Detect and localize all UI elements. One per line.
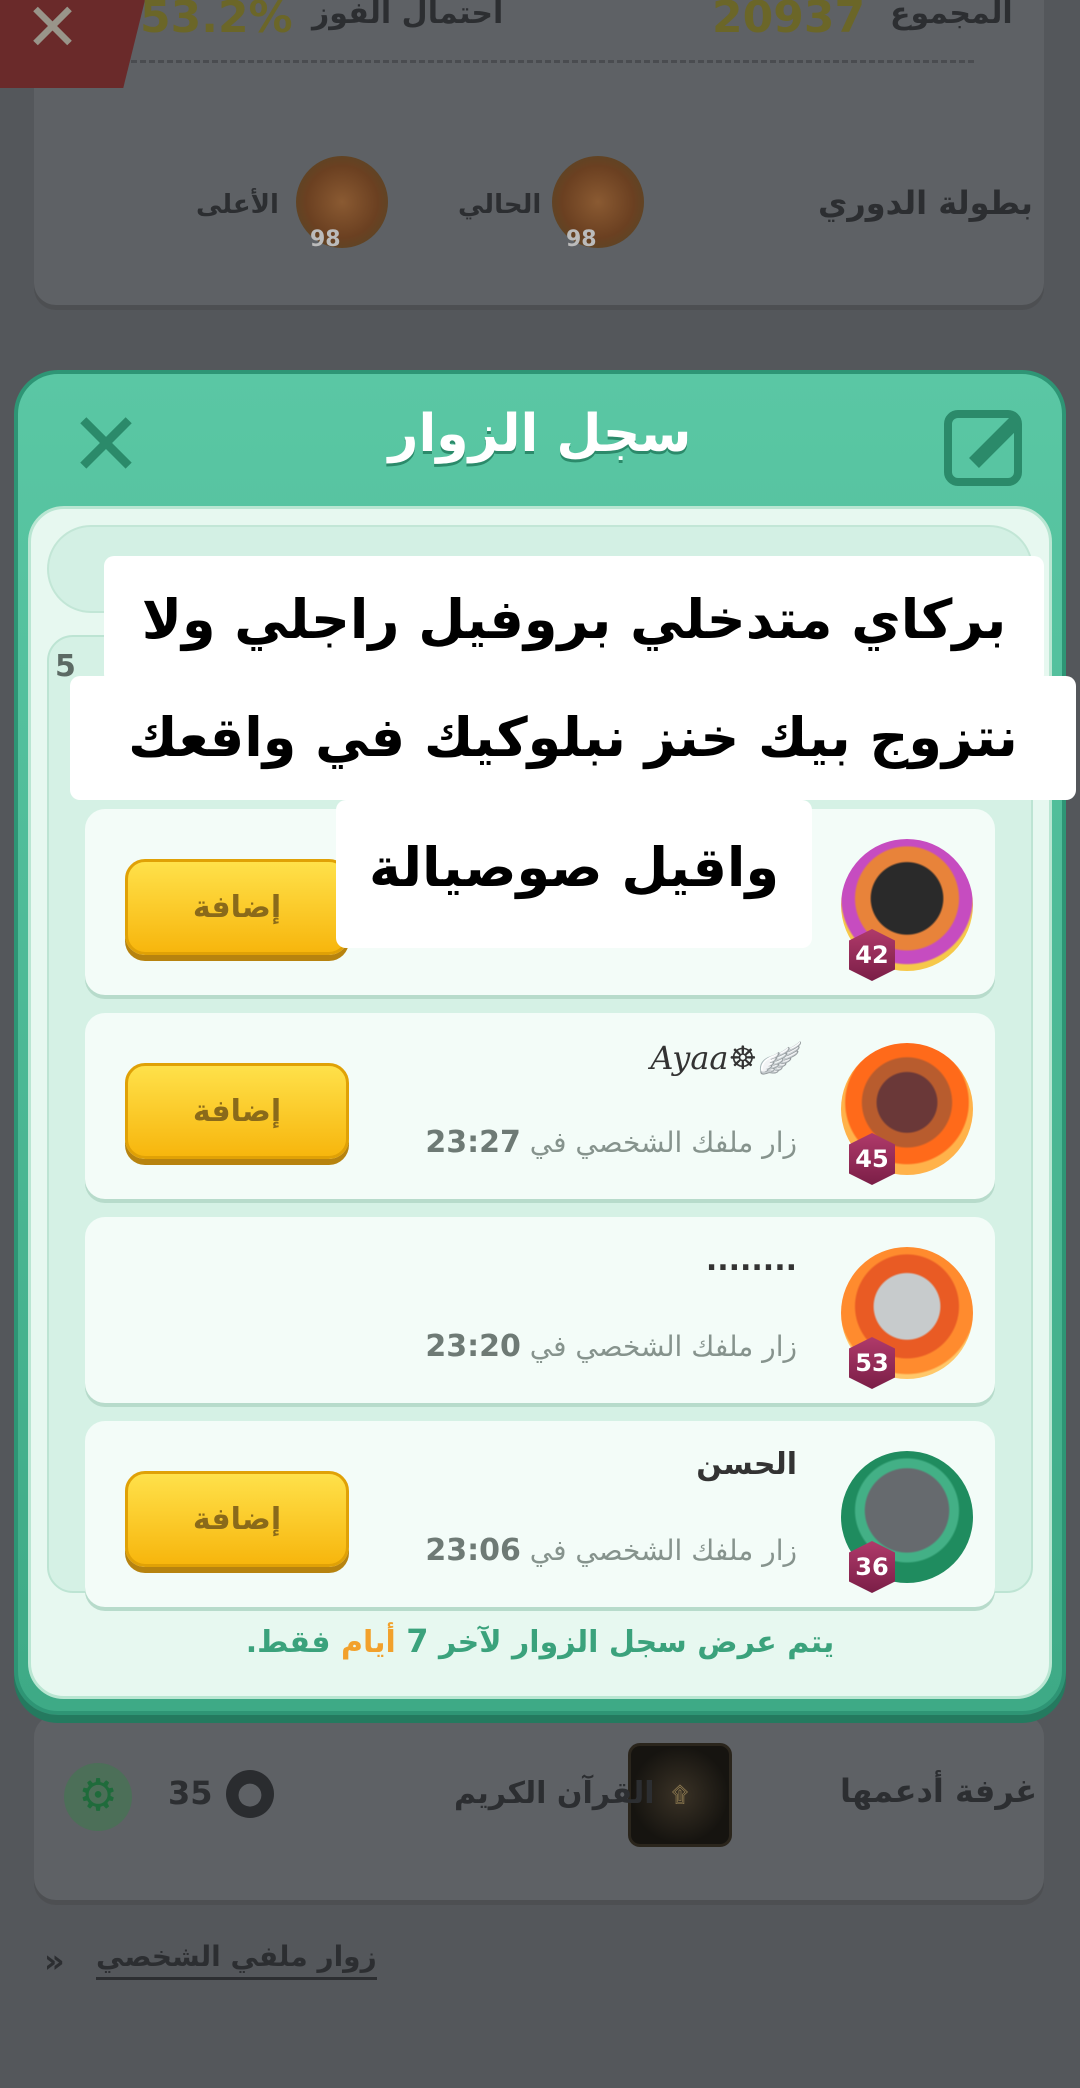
visit-time: زار ملفك الشخصي في 23:20 <box>425 1329 797 1364</box>
gear-icon[interactable]: ⚙ <box>64 1763 132 1831</box>
add-friend-button[interactable]: إضافة <box>125 859 349 955</box>
add-friend-button[interactable]: إضافة <box>125 1063 349 1159</box>
visit-prefix: زار ملفك الشخصي في <box>529 1534 797 1567</box>
visitor-name: ........ <box>705 1243 797 1278</box>
caption-line-3: واقيل صوصيالة <box>336 800 812 948</box>
visit-clock: 23:06 <box>425 1533 521 1568</box>
retention-suffix: فقط. <box>245 1625 331 1660</box>
back-close-icon[interactable]: ✕ <box>0 0 145 88</box>
retention-note: يتم عرض سجل الزوار لآخر 7 أيام فقط. <box>31 1622 1049 1660</box>
visit-prefix: زار ملفك الشخصي في <box>529 1330 797 1363</box>
modal-title: سجل الزوار <box>388 404 692 464</box>
badge-level: 98 <box>566 227 597 252</box>
current-label: الحالي <box>458 190 542 220</box>
retention-days: أيام <box>340 1625 396 1660</box>
caption-line-1: بركاي متدخلي بروفيل راجلي ولا <box>104 556 1044 684</box>
win-chance-label: احتمال الفوز <box>312 0 504 31</box>
add-friend-button[interactable]: إضافة <box>125 1471 349 1567</box>
visit-clock: 23:20 <box>425 1329 521 1364</box>
edit-icon[interactable] <box>944 410 1022 486</box>
visit-time: زار ملفك الشخصي في 23:27 <box>425 1125 797 1160</box>
total-value: 20937 <box>712 0 866 43</box>
retention-prefix: يتم عرض سجل الزوار لآخر <box>438 1625 835 1660</box>
visitor-row[interactable]: 36 الحسن زار ملفك الشخصي في 23:06 إضافة <box>85 1421 995 1607</box>
highest-label: الأعلى <box>196 190 279 220</box>
visit-time: زار ملفك الشخصي في 23:06 <box>425 1533 797 1568</box>
visit-prefix: زار ملفك الشخصي في <box>529 1126 797 1159</box>
visitor-name: Ayaa☸︎🪽 <box>650 1039 797 1077</box>
badge-level: 98 <box>310 227 341 252</box>
win-chance-value: 53.2% <box>140 0 293 43</box>
room-members-count: 35 <box>168 1774 213 1812</box>
visitor-name: الحسن <box>696 1447 797 1482</box>
chevron-left-icon[interactable]: « <box>44 1942 65 1980</box>
retention-number: 7 <box>406 1622 429 1660</box>
total-label: المجموع <box>890 0 1013 31</box>
visitor-row[interactable]: 53 ........ زار ملفك الشخصي في 23:20 <box>85 1217 995 1403</box>
room-label: غرفة أدعمها <box>840 1772 1038 1810</box>
profile-visitors-link[interactable]: زوار ملفي الشخصي <box>96 1940 377 1980</box>
league-badge-highest-icon: 98 <box>296 156 388 252</box>
caption-line-2: نتزوج بيك خنز نبلوكيك في واقعك <box>70 676 1076 800</box>
room-name: القرآن الكريم <box>454 1776 655 1811</box>
stats-card <box>34 0 1044 310</box>
stats-divider <box>104 60 974 63</box>
visit-clock: 23:27 <box>425 1125 521 1160</box>
league-label: بطولة الدوري <box>818 184 1033 222</box>
league-badge-current-icon: 98 <box>552 156 644 252</box>
members-icon: ● <box>226 1770 274 1818</box>
visitor-row[interactable]: 45 Ayaa☸︎🪽 زار ملفك الشخصي في 23:27 إضاف… <box>85 1013 995 1199</box>
